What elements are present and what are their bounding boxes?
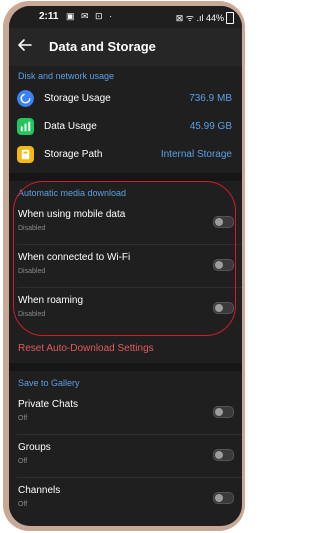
section-separator xyxy=(9,363,242,371)
channels-label: Channels xyxy=(18,485,61,496)
arrow-left-icon[interactable] xyxy=(17,37,33,53)
storage-path-value: Internal Storage xyxy=(160,149,232,160)
page-title: Data and Storage xyxy=(49,39,156,54)
screen: 2:11 ▣ ✉ ⊡ · ⊠ ᯤ .ıl 44% Data and Storag… xyxy=(9,6,242,526)
data-usage-icon xyxy=(17,118,34,135)
divider xyxy=(17,477,242,478)
groups-status: Off xyxy=(18,458,28,465)
groups-label: Groups xyxy=(18,442,51,453)
storage-path-icon xyxy=(17,146,34,163)
data-usage-label: Data Usage xyxy=(44,121,97,132)
data-usage-row[interactable]: Data Usage 45.99 GB xyxy=(9,113,242,141)
channels-toggle[interactable] xyxy=(213,492,234,504)
section-separator xyxy=(9,173,242,181)
app-bar: Data and Storage xyxy=(9,28,242,66)
data-usage-value: 45.99 GB xyxy=(189,121,232,132)
private-chats-status: Off xyxy=(18,415,28,422)
private-chats-toggle[interactable] xyxy=(213,406,234,418)
channels-status: Off xyxy=(18,501,28,508)
divider xyxy=(17,434,242,435)
notification-icons: ▣ ✉ ⊡ · xyxy=(66,11,115,21)
private-chats-row[interactable]: Private Chats Off xyxy=(9,394,242,432)
storage-usage-value: 736.9 MB xyxy=(189,93,232,104)
status-time: 2:11 xyxy=(39,11,59,22)
channels-row[interactable]: Channels Off xyxy=(9,480,242,518)
groups-row[interactable]: Groups Off xyxy=(9,437,242,475)
storage-usage-label: Storage Usage xyxy=(44,93,111,104)
groups-toggle[interactable] xyxy=(213,449,234,461)
phone-frame: 2:11 ▣ ✉ ⊡ · ⊠ ᯤ .ıl 44% Data and Storag… xyxy=(3,1,245,531)
status-right: ⊠ ᯤ .ıl 44% xyxy=(175,13,224,23)
disk-section-heading: Disk and network usage xyxy=(18,71,115,81)
storage-path-label: Storage Path xyxy=(44,149,103,160)
private-chats-label: Private Chats xyxy=(18,399,79,410)
gallery-heading: Save to Gallery xyxy=(18,378,80,388)
battery-icon xyxy=(226,12,234,24)
annotation-highlight xyxy=(13,181,236,336)
storage-path-row[interactable]: Storage Path Internal Storage xyxy=(9,141,242,169)
storage-usage-row[interactable]: Storage Usage 736.9 MB xyxy=(9,85,242,113)
reset-auto-download-button[interactable]: Reset Auto-Download Settings xyxy=(18,343,154,354)
storage-usage-icon xyxy=(17,90,34,107)
status-bar: 2:11 ▣ ✉ ⊡ · ⊠ ᯤ .ıl 44% xyxy=(9,6,242,28)
